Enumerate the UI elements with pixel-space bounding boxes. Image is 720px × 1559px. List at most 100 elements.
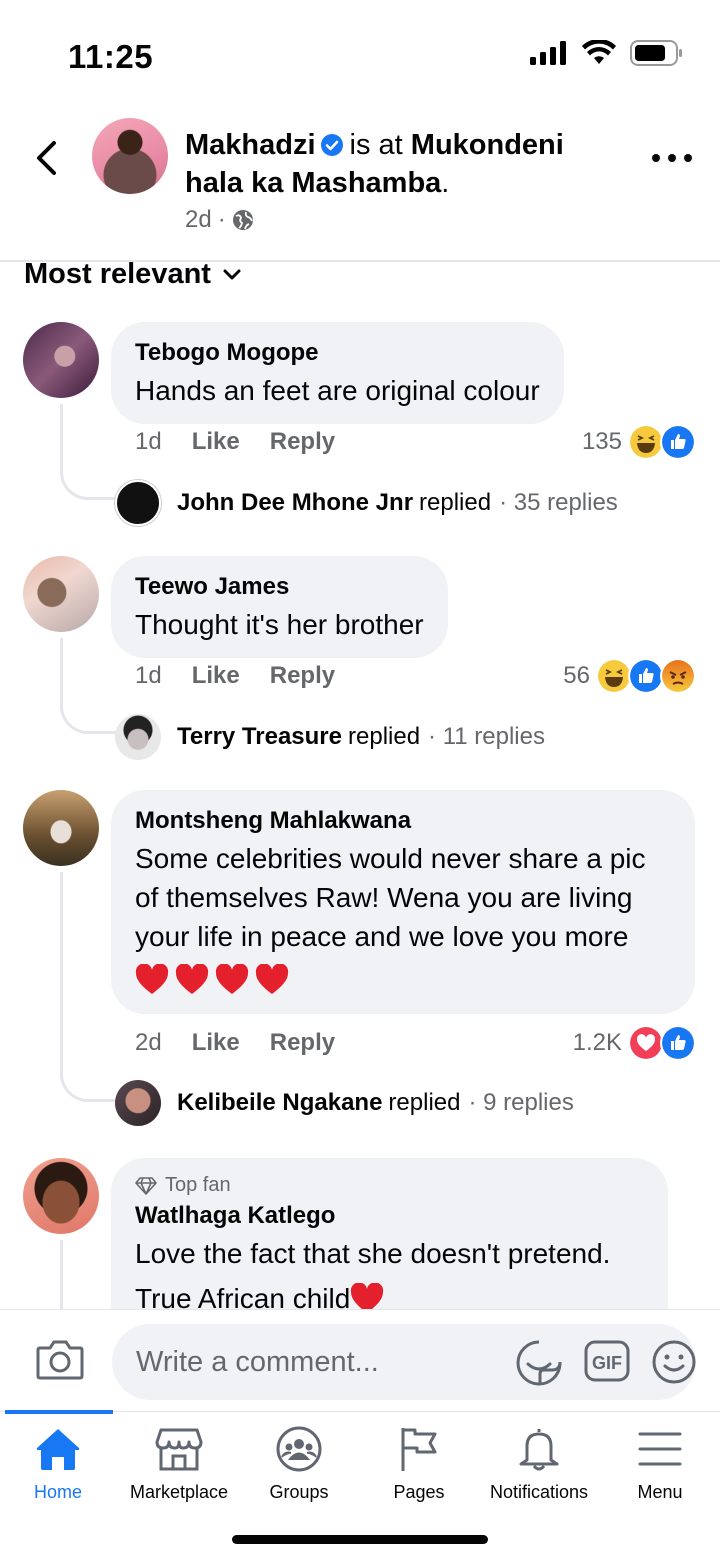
heart-emoji-icon — [175, 964, 209, 994]
sticker-icon[interactable] — [516, 1340, 562, 1386]
comment-bubble: Tebogo Mogope Hands an feet are original… — [111, 322, 564, 424]
like-reaction-icon — [660, 424, 696, 460]
comment-age: 1d — [135, 662, 162, 689]
heart-emoji-icon — [351, 1282, 384, 1309]
reaction-summary[interactable]: 135 — [582, 424, 696, 460]
author-avatar[interactable] — [92, 118, 168, 194]
tab-groups[interactable]: Groups — [239, 1426, 359, 1503]
thread-line — [60, 1240, 116, 1309]
commenter-avatar[interactable] — [23, 322, 99, 398]
comment-item: Top fan Watlhaga Katlego Love the fact t… — [0, 1156, 720, 1309]
haha-reaction-icon — [628, 424, 664, 460]
replier-avatar — [115, 480, 161, 526]
replier-name: Kelibeile Ngakane — [177, 1089, 383, 1116]
globe-icon — [232, 210, 253, 230]
like-button[interactable]: Like — [192, 662, 240, 690]
reaction-summary[interactable]: 1.2K — [573, 1025, 696, 1061]
post-header: Makhadzi is at Mukondeni hala ka Mashamba… — [0, 110, 720, 262]
home-indicator — [232, 1535, 488, 1544]
reply-count: · 11 replies — [428, 723, 545, 750]
verified-badge-icon — [320, 134, 343, 156]
heart-emojis — [135, 964, 671, 996]
like-button[interactable]: Like — [192, 1029, 240, 1057]
comment-text: Hands an feet are original colour — [135, 375, 540, 406]
status-icons — [530, 40, 684, 66]
angry-reaction-icon — [660, 658, 696, 694]
bell-icon — [519, 1429, 559, 1471]
camera-button[interactable] — [36, 1338, 84, 1385]
reply-button[interactable]: Reply — [270, 428, 335, 456]
status-time: 11:25 — [68, 38, 154, 75]
camera-icon — [36, 1340, 84, 1380]
tab-menu[interactable]: Menu — [600, 1426, 720, 1503]
composer-icons: GIF — [516, 1340, 696, 1386]
heart-emoji-icon — [135, 964, 169, 994]
author-name[interactable]: Makhadzi — [185, 129, 316, 161]
sort-label: Most relevant — [24, 258, 211, 290]
view-replies[interactable]: John Dee Mhone Jnr replied · 35 replies — [115, 480, 618, 526]
replier-avatar — [115, 1080, 161, 1126]
tab-marketplace[interactable]: Marketplace — [119, 1426, 239, 1503]
marketplace-icon — [155, 1428, 203, 1471]
reply-count: · 9 replies — [468, 1089, 574, 1116]
reaction-summary[interactable]: 56 — [563, 658, 696, 694]
commenter-name[interactable]: Watlhaga Katlego — [135, 1201, 644, 1231]
comment-text-continued: True African child — [135, 1279, 644, 1309]
comment-text: Love the fact that she doesn't pretend. — [135, 1238, 611, 1269]
post-age: 2d — [185, 206, 212, 233]
post-connector: is at — [349, 129, 403, 161]
like-reaction-icon — [660, 1025, 696, 1061]
commenter-avatar[interactable] — [23, 1158, 99, 1234]
haha-reaction-icon — [596, 658, 632, 694]
chevron-down-icon — [223, 269, 241, 279]
menu-icon — [638, 1432, 682, 1466]
chevron-left-icon — [37, 141, 56, 175]
diamond-icon — [135, 1176, 157, 1195]
home-icon — [36, 1429, 80, 1470]
comment-text: Some celebrities would never share a pic… — [135, 843, 646, 952]
view-replies[interactable]: Terry Treasure replied · 11 replies — [115, 714, 545, 760]
emoji-icon[interactable] — [652, 1340, 696, 1384]
reaction-count: 1.2K — [572, 1029, 622, 1056]
more-options-button[interactable] — [652, 150, 692, 166]
like-button[interactable]: Like — [192, 428, 240, 456]
reply-button[interactable]: Reply — [270, 662, 335, 690]
commenter-name[interactable]: Teewo James — [135, 572, 424, 602]
back-button[interactable] — [28, 138, 64, 178]
replier-name: John Dee Mhone Jnr — [177, 489, 414, 516]
commenter-name[interactable]: Montsheng Mahlakwana — [135, 806, 671, 836]
view-replies[interactable]: Kelibeile Ngakane replied · 9 replies — [115, 1080, 574, 1126]
reply-button[interactable]: Reply — [270, 1029, 335, 1057]
comment-actions: 2d Like Reply — [135, 1029, 335, 1057]
replier-avatar — [115, 714, 161, 760]
commenter-avatar[interactable] — [23, 556, 99, 632]
post-meta: 2d · — [185, 206, 254, 234]
pages-flag-icon — [401, 1428, 437, 1471]
reaction-count: 56 — [563, 662, 590, 689]
comment-text: Thought it's her brother — [135, 609, 424, 640]
comment-composer: GIF — [0, 1309, 720, 1411]
tab-pages[interactable]: Pages — [359, 1426, 479, 1503]
replier-name: Terry Treasure — [177, 723, 342, 750]
svg-text:GIF: GIF — [592, 1353, 622, 1373]
comment-bubble: Teewo James Thought it's her brother — [111, 556, 448, 658]
tab-home[interactable]: Home — [0, 1426, 118, 1503]
reaction-count: 135 — [581, 428, 622, 455]
top-fan-badge: Top fan — [135, 1174, 644, 1197]
thread-line — [60, 638, 116, 734]
commenter-name[interactable]: Tebogo Mogope — [135, 338, 540, 368]
groups-icon — [276, 1426, 322, 1472]
heart-emoji-icon — [215, 964, 249, 994]
gif-icon[interactable]: GIF — [584, 1340, 630, 1382]
heart-emoji-icon — [255, 964, 289, 994]
comment-actions: 1d Like Reply — [135, 428, 335, 456]
tab-notifications[interactable]: Notifications — [479, 1426, 599, 1503]
comment-bubble: Montsheng Mahlakwana Some celebrities wo… — [111, 790, 695, 1014]
sort-dropdown[interactable]: Most relevant — [24, 258, 241, 291]
battery-icon — [630, 40, 682, 66]
commenter-avatar[interactable] — [23, 790, 99, 866]
comment-age: 1d — [135, 428, 162, 455]
comment-actions: 1d Like Reply — [135, 662, 335, 690]
love-reaction-icon — [628, 1025, 664, 1061]
post-title: Makhadzi is at Mukondeni hala ka Mashamba… — [185, 129, 564, 199]
